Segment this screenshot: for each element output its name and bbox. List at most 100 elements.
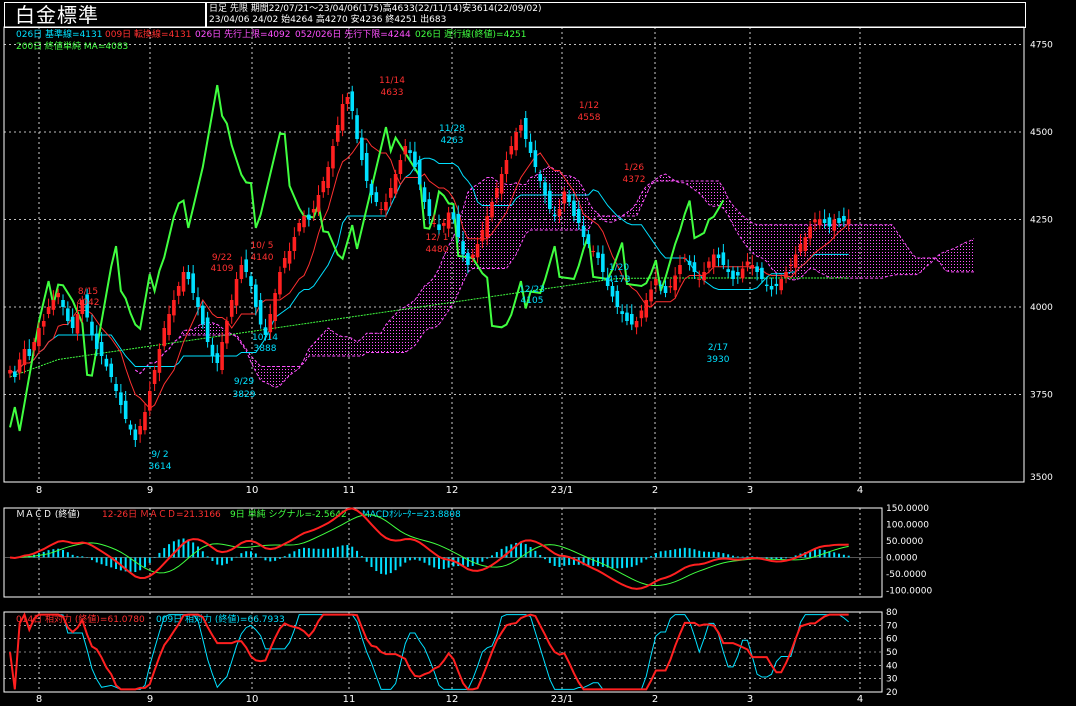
candle-body	[451, 212, 456, 220]
x-tick-label: 3	[747, 485, 753, 496]
candle-body	[726, 269, 730, 272]
price-annotation-value: 4480	[426, 245, 449, 255]
candle-body	[745, 261, 750, 266]
price-annotation-value: 4263	[441, 136, 464, 146]
candle-body	[793, 254, 798, 268]
rsi-y-tick-label: 20	[886, 688, 898, 698]
candle-body	[692, 262, 697, 272]
candle-body	[721, 252, 726, 265]
candle-body	[576, 209, 581, 223]
price-annotation-date: 12/23	[519, 285, 545, 295]
candle-body	[490, 202, 494, 218]
x-tick-label: 10	[246, 694, 259, 705]
candle-body	[114, 384, 118, 391]
candle-body	[769, 286, 774, 290]
price-annotation-date: 1/12	[579, 101, 599, 111]
candle-body	[461, 241, 465, 255]
candle-body	[523, 118, 528, 139]
candle-body	[278, 272, 282, 295]
x-tick-label: 9	[147, 694, 153, 705]
candle-body	[485, 216, 489, 237]
candle-body	[601, 253, 605, 272]
candle-body	[456, 213, 461, 237]
candle-body	[239, 265, 244, 279]
candle-body	[379, 209, 383, 210]
candle-body	[355, 115, 359, 139]
candle-body	[133, 429, 138, 440]
candle-body	[466, 253, 470, 265]
rsi-y-tick-label: 70	[886, 621, 898, 631]
candle-body	[340, 104, 345, 131]
candle-body	[388, 188, 393, 198]
candle-body	[99, 342, 104, 356]
x-tick-label: 11	[343, 694, 356, 705]
candle-body	[350, 91, 355, 111]
candle-body	[321, 181, 326, 193]
candle-body	[581, 225, 586, 237]
candle-body	[360, 137, 364, 160]
candle-body	[736, 272, 740, 276]
candle-body	[615, 290, 620, 307]
price-annotation-date: 1/20	[609, 263, 629, 273]
candle-body	[707, 261, 711, 268]
candle-body	[779, 279, 783, 291]
candle-body	[201, 305, 205, 325]
candle-body	[287, 251, 292, 264]
candle-body	[437, 224, 441, 230]
y-tick-label: 4000	[1030, 303, 1053, 313]
x-tick-label: 8	[36, 694, 42, 705]
candle-body	[683, 258, 687, 259]
candle-body	[258, 300, 263, 325]
candle-body	[316, 195, 321, 212]
price-annotation-date: 2/17	[708, 343, 728, 353]
candle-body	[311, 209, 316, 213]
candle-body	[480, 230, 485, 242]
candle-body	[46, 307, 51, 314]
candle-body	[798, 244, 803, 252]
price-annotation-value: 4633	[381, 88, 404, 98]
candle-body	[442, 223, 446, 226]
candle-body	[625, 312, 629, 321]
candle-body	[249, 276, 253, 286]
x-tick-label: 10	[246, 485, 259, 496]
y-tick-label: 4500	[1030, 128, 1053, 138]
candle-body	[66, 308, 70, 321]
candle-body	[75, 314, 80, 334]
candle-body	[654, 279, 658, 286]
candle-body	[629, 314, 634, 325]
candle-body	[17, 359, 22, 373]
candle-body	[620, 311, 624, 314]
price-annotation-date: 9/29	[234, 377, 254, 387]
candle-body	[784, 272, 788, 278]
candle-body	[572, 200, 576, 216]
candle-body	[678, 265, 682, 275]
candle-body	[128, 424, 133, 430]
candle-body	[634, 321, 639, 328]
candle-body	[41, 321, 46, 327]
macd-y-tick-label: 0.0000	[886, 553, 918, 563]
candle-body	[668, 286, 673, 288]
price-annotation-value: 3829	[233, 390, 256, 400]
candle-body	[398, 160, 403, 174]
candle-body	[658, 284, 663, 286]
x-tick-label: 8	[36, 485, 42, 496]
candle-body	[229, 300, 234, 317]
x-tick-label: 9	[147, 485, 153, 496]
price-annotation-date: 9/22	[212, 253, 232, 263]
candle-body	[27, 349, 32, 356]
candle-body	[697, 279, 702, 280]
candle-body	[292, 237, 297, 251]
price-annotation-value: 4558	[578, 113, 601, 123]
x-tick-label: 2	[652, 485, 658, 496]
x-tick-label: 4	[857, 694, 863, 705]
candle-body	[817, 219, 822, 226]
candle-body	[702, 272, 706, 281]
candle-body	[528, 141, 533, 153]
candle-body	[557, 209, 562, 216]
candle-body	[808, 226, 812, 239]
candle-body	[273, 293, 277, 321]
candle-body	[369, 183, 374, 195]
candle-body	[764, 284, 769, 286]
x-tick-label: 23/1	[551, 485, 573, 496]
candle-body	[519, 125, 523, 131]
